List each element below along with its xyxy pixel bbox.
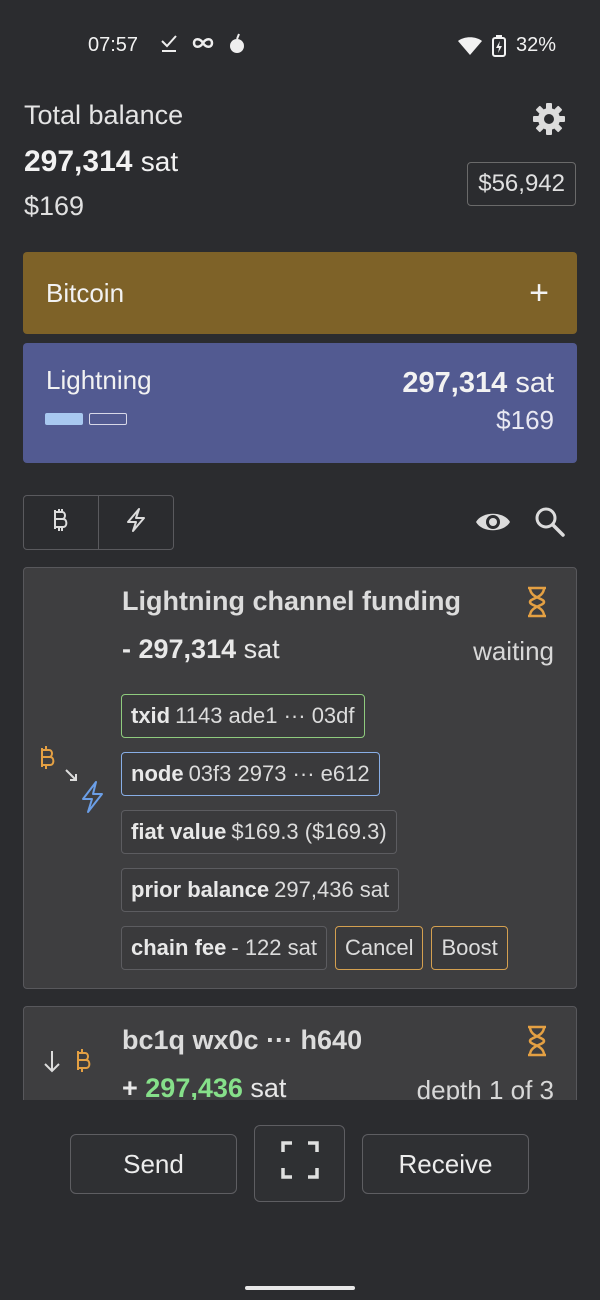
search-icon[interactable] [533,505,567,539]
wallet-filter-toggle [23,495,174,550]
transaction-title: Lightning channel funding [122,586,461,616]
txid-value: 1143 ade1 ··· 03df [175,703,355,728]
total-balance-label: Total balance [24,100,184,130]
scan-icon [280,1140,320,1187]
scan-button[interactable] [254,1125,345,1202]
lightning-balance-sat-unit: sat [515,367,554,399]
filter-bitcoin-button[interactable] [24,496,98,549]
add-icon[interactable]: + [524,274,554,313]
total-balance-sat-unit: sat [140,146,179,177]
transaction-amount-unit: sat [250,1073,287,1103]
check-download-icon [160,33,178,53]
cancel-button[interactable]: Cancel [334,926,424,970]
node-key: node [131,761,184,786]
balance-header: Total balance 297,314 sat $169 $56,942 [24,100,576,230]
receive-button[interactable]: Receive [362,1134,529,1194]
home-indicator[interactable] [245,1286,355,1290]
fiat-value-value: $169.3 ($169.3) [231,819,387,844]
prior-balance-value: 297,436 sat [274,877,390,902]
node-chip[interactable]: node 03f3 2973 ··· e612 [121,752,380,796]
transaction-title: bc1q wx0c ··· h640 [122,1025,363,1055]
channel-bar [89,413,127,425]
transaction-amount: - 297,314 sat [122,634,280,665]
prior-balance-chip: prior balance 297,436 sat [121,868,400,912]
transaction-details: txid 1143 ade1 ··· 03df node 03f3 2973 ···… [121,694,561,984]
status-icons-right: 32% [457,34,556,57]
txid-key: txid [131,703,171,728]
status-icons-left [160,32,246,54]
bitcoin-icon [52,507,70,538]
transaction-amount-sign: + [122,1073,146,1103]
chain-fee-chip: chain fee - 122 sat [121,926,327,970]
bomb-icon [228,32,246,54]
transaction-status: waiting [473,636,554,666]
bitcoin-wallet-label: Bitcoin [46,277,125,308]
lightning-balance-sat-value: 297,314 [402,367,508,399]
txid-chip[interactable]: txid 1143 ade1 ··· 03df [121,694,365,738]
boost-button[interactable]: Boost [431,926,508,970]
send-button[interactable]: Send [70,1134,237,1194]
channel-bar [45,413,83,425]
infinity-icon [192,36,214,50]
transaction-amount-sign: - [122,634,139,664]
bitcoin-wallet-card[interactable]: Bitcoin + [23,252,577,334]
fiat-value-key: fiat value [131,819,227,844]
status-time: 07:57 [88,34,139,56]
hourglass-icon [526,1025,548,1057]
transaction-card[interactable]: Lightning channel funding - 297,314 sat … [23,567,577,989]
filter-lightning-button[interactable] [98,496,173,549]
transaction-amount-value: 297,436 [145,1073,243,1103]
btc-to-lightning-icon [36,744,116,819]
wifi-icon [457,36,482,55]
lightning-icon [124,507,148,538]
lightning-wallet-card[interactable]: Lightning 297,314 sat $169 [23,343,577,463]
battery-charging-icon [491,34,506,57]
status-bar: 07:57 32% [0,30,600,64]
channel-bars [45,413,127,425]
incoming-btc-icon [42,1045,102,1084]
hourglass-icon [526,586,548,618]
gear-icon[interactable] [532,102,566,136]
lightning-balance-fiat: $169 [496,405,554,435]
chain-fee-value: - 122 sat [231,935,317,960]
btc-rate-badge[interactable]: $56,942 [467,162,576,206]
eye-icon[interactable] [474,505,512,539]
node-value: 03f3 2973 ··· e612 [188,761,370,786]
prior-balance-key: prior balance [131,877,270,902]
chain-fee-key: chain fee [131,935,227,960]
transaction-amount-value: 297,314 [138,634,237,664]
transaction-amount-unit: sat [243,634,280,664]
fiat-value-chip: fiat value $169.3 ($169.3) [121,810,397,854]
battery-percent: 32% [515,34,556,56]
total-balance-sat-value: 297,314 [24,145,133,178]
lightning-balance-sat: 297,314 sat [402,367,554,400]
